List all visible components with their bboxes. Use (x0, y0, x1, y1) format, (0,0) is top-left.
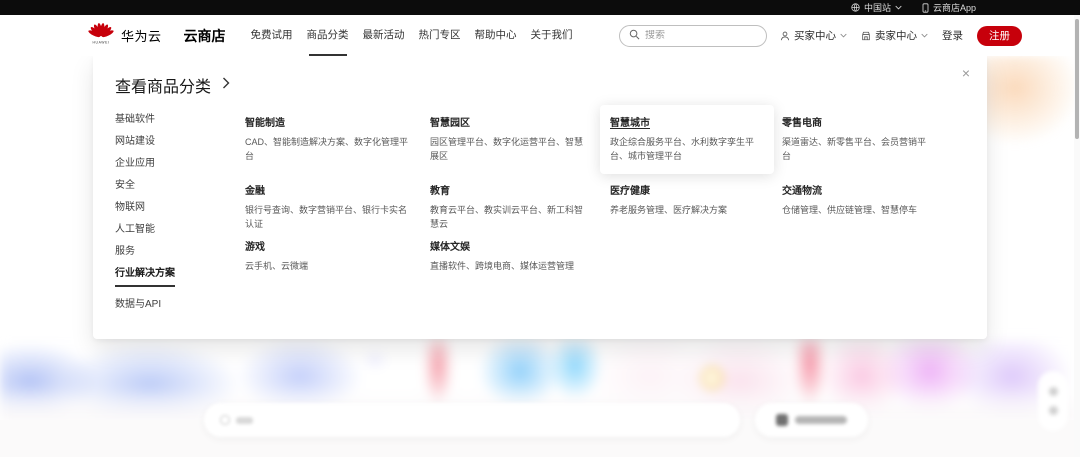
megamenu-body: 基础软件 网站建设 企业应用 安全 物联网 人工智能 服务 行业解决方案 数据与… (115, 114, 969, 321)
hero-search-input[interactable] (204, 403, 740, 437)
globe-icon (851, 3, 860, 12)
hero-orange-glow (985, 56, 1080, 211)
search-input[interactable] (645, 30, 757, 41)
sidebar-item-data-api[interactable]: 数据与API (115, 299, 245, 311)
sidebar-item-enterprise-apps[interactable]: 企业应用 (115, 158, 245, 170)
view-all-categories-link[interactable]: 查看商品分类 (115, 73, 230, 97)
login-link[interactable]: 登录 (942, 28, 963, 43)
topbar: 中国站 云商店App (0, 0, 1080, 15)
scrollbar-track[interactable] (1074, 15, 1080, 457)
main-nav: 免费试用 商品分类 最新活动 热门专区 帮助中心 关于我们 (244, 15, 580, 56)
sidebar-item-services[interactable]: 服务 (115, 246, 245, 258)
hero-action-button[interactable] (755, 403, 868, 437)
category-sidebar: 基础软件 网站建设 企业应用 安全 物联网 人工智能 服务 行业解决方案 数据与… (115, 114, 245, 321)
app-link[interactable]: 云商店App (922, 1, 976, 14)
region-label: 中国站 (864, 1, 891, 14)
region-selector[interactable]: 中国站 (851, 1, 902, 14)
sidebar-item-basic-software[interactable]: 基础软件 (115, 114, 245, 126)
nav-item-categories[interactable]: 商品分类 (300, 15, 356, 56)
blurred-button-icon (776, 414, 788, 426)
app-link-label: 云商店App (933, 1, 976, 14)
category-smart-campus[interactable]: 智慧园区 园区管理平台、数字化运营平台、智慧展区 (430, 114, 610, 163)
scrollbar-thumb[interactable] (1075, 19, 1079, 139)
category-gaming[interactable]: 游戏 云手机、云微端 (245, 238, 430, 273)
blurred-button-label (795, 416, 847, 424)
nav-item-latest-events[interactable]: 最新活动 (356, 15, 412, 56)
chevron-right-icon (222, 76, 230, 94)
chevron-down-icon (840, 33, 847, 38)
category-healthcare[interactable]: 医疗健康 养老服务管理、医疗解决方案 (610, 182, 782, 217)
nav-item-hot-zone[interactable]: 热门专区 (412, 15, 468, 56)
search-icon (220, 415, 230, 425)
phone-icon (922, 3, 929, 13)
store-name[interactable]: 云商店 (184, 26, 226, 46)
search-icon (629, 27, 640, 45)
category-smart-manufacturing[interactable]: 智能制造 CAD、智能制造解决方案、数字化管理平台 (245, 114, 430, 163)
blurred-placeholder-text (236, 417, 253, 424)
store-icon (861, 31, 871, 41)
toolbar-icon (1049, 406, 1058, 415)
category-smart-city[interactable]: 智慧城市 政企综合服务平台、水利数字孪生平台、城市管理平台 (600, 105, 774, 174)
brand-name[interactable]: 华为云 (121, 26, 162, 45)
sidebar-item-website-building[interactable]: 网站建设 (115, 136, 245, 148)
category-media-entertainment[interactable]: 媒体文娱 直播软件、跨境电商、媒体运营管理 (430, 238, 610, 273)
register-button[interactable]: 注册 (977, 26, 1022, 46)
buyer-center-label: 买家中心 (794, 28, 836, 43)
seller-center-label: 卖家中心 (875, 28, 917, 43)
category-retail-ecommerce[interactable]: 零售电商 渠道雷达、新零售平台、会员营销平台 (782, 114, 952, 163)
header-search[interactable] (619, 25, 767, 47)
svg-text:HUAWEI: HUAWEI (92, 41, 109, 45)
category-megamenu: × 查看商品分类 基础软件 网站建设 企业应用 安全 物联网 人工智能 服务 行… (93, 56, 987, 339)
toolbar-icon (1049, 387, 1058, 396)
user-icon (780, 31, 790, 41)
nav-item-help-center[interactable]: 帮助中心 (468, 15, 524, 56)
header-right: 买家中心 卖家中心 登录 注册 (780, 26, 1022, 46)
huawei-logo: HUAWEI (88, 21, 114, 50)
floating-side-toolbar[interactable] (1038, 371, 1068, 431)
buyer-center-menu[interactable]: 买家中心 (780, 28, 847, 43)
close-icon[interactable]: × (958, 65, 974, 81)
sidebar-item-security[interactable]: 安全 (115, 180, 245, 192)
sidebar-item-ai[interactable]: 人工智能 (115, 224, 245, 236)
sidebar-item-iot[interactable]: 物联网 (115, 202, 245, 214)
sidebar-item-industry-solutions[interactable]: 行业解决方案 (115, 268, 245, 287)
category-transport-logistics[interactable]: 交通物流 仓储管理、供应链管理、智慧停车 (782, 182, 952, 217)
nav-item-about-us[interactable]: 关于我们 (524, 15, 580, 56)
nav-item-free-trial[interactable]: 免费试用 (244, 15, 300, 56)
chevron-down-icon (921, 33, 928, 38)
category-finance[interactable]: 金融 银行号查询、数字营销平台、银行卡实名认证 (245, 182, 430, 231)
megamenu-title: 查看商品分类 (115, 73, 211, 97)
category-education[interactable]: 教育 教育云平台、教实训云平台、新工科智慧云 (430, 182, 610, 231)
chevron-down-icon (895, 5, 902, 10)
header: HUAWEI 华为云 云商店 免费试用 商品分类 最新活动 热门专区 帮助中心 … (0, 15, 1080, 56)
category-grid: 智能制造 CAD、智能制造解决方案、数字化管理平台 智慧园区 园区管理平台、数字… (245, 114, 969, 321)
seller-center-menu[interactable]: 卖家中心 (861, 28, 928, 43)
brand[interactable]: HUAWEI 华为云 云商店 (88, 21, 226, 50)
